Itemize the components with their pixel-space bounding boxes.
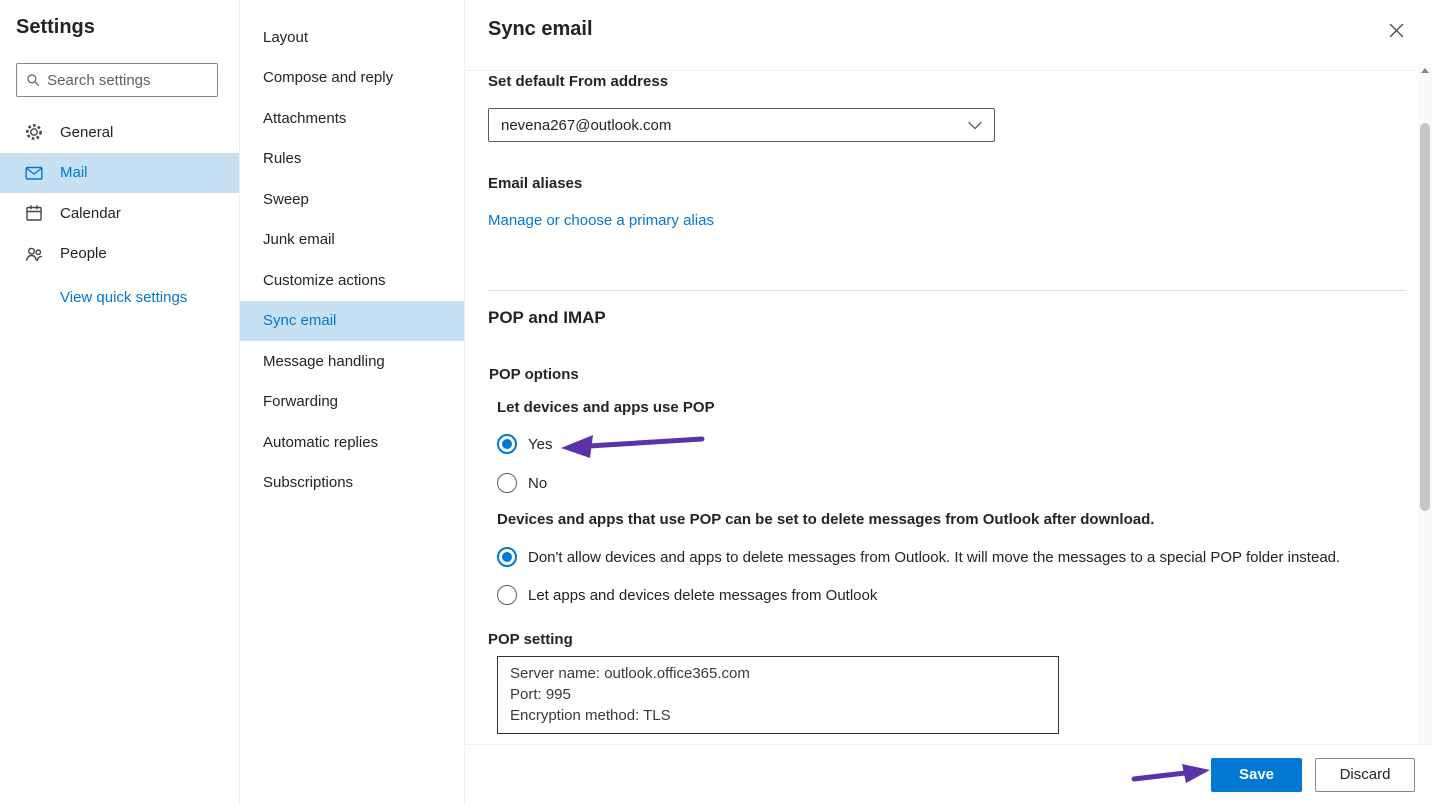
header-divider (465, 70, 1418, 71)
settings-title: Settings (16, 16, 95, 39)
pop-setting-line-server: Server name: outlook.office365.com (510, 663, 1046, 684)
annotation-arrow-yes (557, 430, 707, 460)
category-junk-email[interactable]: Junk email (240, 220, 464, 261)
search-icon (26, 72, 40, 88)
category-layout[interactable]: Layout (240, 17, 464, 58)
radio-selected-icon[interactable] (497, 547, 517, 567)
sidebar-item-label: People (60, 245, 107, 262)
category-forwarding[interactable]: Forwarding (240, 382, 464, 423)
pop-setting-line-encryption: Encryption method: TLS (510, 705, 1046, 726)
settings-sidebar: Settings General Mail (0, 0, 240, 804)
pop-imap-heading: POP and IMAP (488, 308, 606, 328)
pop-delete-heading: Devices and apps that use POP can be set… (497, 511, 1154, 528)
radio-option-label: No (528, 475, 547, 492)
chevron-down-icon (968, 121, 982, 130)
pop-setting-box: Server name: outlook.office365.com Port:… (497, 656, 1059, 734)
section-divider (488, 290, 1406, 291)
pop-setting-label: POP setting (488, 631, 573, 648)
pop-options-label: POP options (489, 366, 579, 383)
email-aliases-label: Email aliases (488, 175, 582, 192)
people-icon (24, 244, 44, 264)
mail-categories-list: Layout Compose and reply Attachments Rul… (240, 17, 464, 503)
calendar-icon (24, 203, 44, 223)
category-attachments[interactable]: Attachments (240, 98, 464, 139)
category-automatic-replies[interactable]: Automatic replies (240, 422, 464, 463)
category-compose-and-reply[interactable]: Compose and reply (240, 58, 464, 99)
search-input[interactable] (47, 72, 208, 89)
category-customize-actions[interactable]: Customize actions (240, 260, 464, 301)
scrollbar[interactable] (1418, 64, 1432, 744)
from-address-dropdown[interactable]: nevena267@outlook.com (488, 108, 995, 142)
mail-categories: Layout Compose and reply Attachments Rul… (240, 0, 465, 804)
radio-option-label: Let apps and devices delete messages fro… (528, 587, 877, 604)
radio-option-label: Yes (528, 436, 552, 453)
category-message-handling[interactable]: Message handling (240, 341, 464, 382)
panel-title: Sync email (488, 18, 593, 41)
sidebar-item-mail[interactable]: Mail (0, 153, 239, 194)
gear-icon (24, 122, 44, 142)
from-address-label: Set default From address (488, 73, 668, 90)
sidebar-item-label: Mail (60, 164, 88, 181)
close-icon (1389, 23, 1404, 38)
sidebar-item-calendar[interactable]: Calendar (0, 193, 239, 234)
search-box[interactable] (16, 63, 218, 97)
sidebar-item-label: General (60, 124, 113, 141)
category-sync-email[interactable]: Sync email (240, 301, 464, 342)
close-button[interactable] (1387, 21, 1406, 43)
sidebar-item-label: Calendar (60, 205, 121, 222)
scrollbar-thumb[interactable] (1420, 123, 1430, 511)
view-quick-settings-link[interactable]: View quick settings (60, 289, 187, 306)
radio-option-yes[interactable]: Yes (497, 434, 552, 454)
sync-email-panel: Sync email Set default From address neve… (465, 0, 1432, 804)
panel-footer: Save Discard (465, 744, 1432, 804)
mail-icon (24, 163, 44, 183)
radio-unselected-icon[interactable] (497, 585, 517, 605)
category-sweep[interactable]: Sweep (240, 179, 464, 220)
save-button[interactable]: Save (1211, 758, 1302, 792)
use-pop-label: Let devices and apps use POP (497, 399, 715, 416)
sidebar-item-people[interactable]: People (0, 234, 239, 275)
sidebar-nav: General Mail Calendar (0, 112, 239, 274)
radio-option-allow-delete[interactable]: Let apps and devices delete messages fro… (497, 585, 877, 605)
category-rules[interactable]: Rules (240, 139, 464, 180)
settings-page: Settings General Mail (0, 0, 1432, 804)
pop-setting-line-port: Port: 995 (510, 684, 1046, 705)
sidebar-item-general[interactable]: General (0, 112, 239, 153)
radio-unselected-icon[interactable] (497, 473, 517, 493)
scroll-up-icon[interactable] (1421, 68, 1429, 73)
category-subscriptions[interactable]: Subscriptions (240, 463, 464, 504)
discard-button[interactable]: Discard (1315, 758, 1415, 792)
radio-option-dont-allow-delete[interactable]: Don't allow devices and apps to delete m… (497, 547, 1340, 567)
radio-option-no[interactable]: No (497, 473, 547, 493)
from-address-value: nevena267@outlook.com (501, 117, 671, 134)
radio-option-label: Don't allow devices and apps to delete m… (528, 549, 1340, 566)
radio-selected-icon[interactable] (497, 434, 517, 454)
manage-alias-link[interactable]: Manage or choose a primary alias (488, 212, 714, 229)
